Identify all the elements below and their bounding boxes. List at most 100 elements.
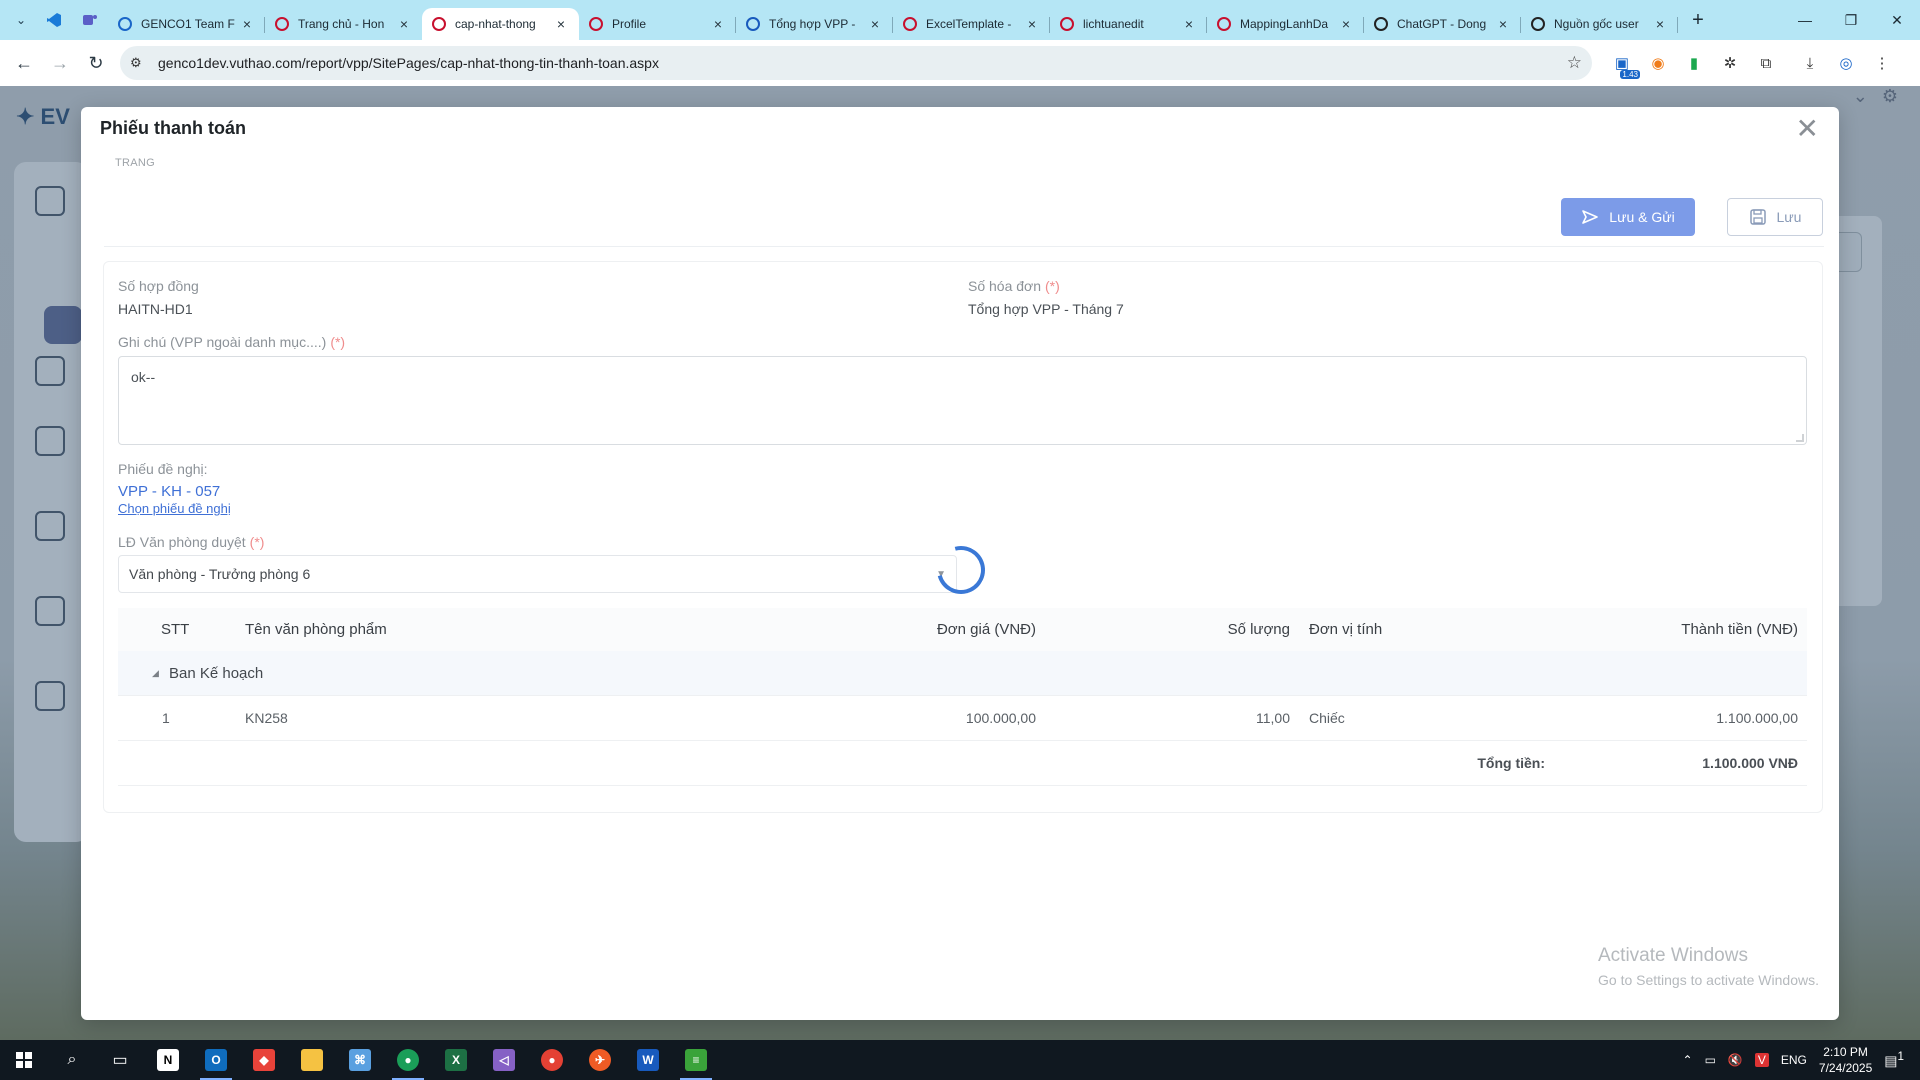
close-icon[interactable]: ✕ [1796,115,1819,143]
downloads-button[interactable]: ⤓ [1792,45,1828,81]
site-info-icon[interactable]: ⚙ [130,55,150,71]
taskbar-anydesk[interactable]: ◆ [240,1040,288,1080]
back-button[interactable]: ← [6,45,42,81]
required-marker: (*) [1045,278,1060,294]
close-tab-icon[interactable]: × [553,16,569,32]
invoice-value: Tổng hợp VPP - Tháng 7 [968,301,1124,317]
contract-value: HAITN-HD1 [118,301,193,317]
extension-green-button[interactable]: ▮ [1676,45,1712,81]
taskbar-excel[interactable]: X [432,1040,480,1080]
taskbar-visual-studio[interactable]: ◁ [480,1040,528,1080]
speaker-muted-icon[interactable]: 🔇 [1728,1053,1743,1067]
save-button[interactable]: Lưu [1727,198,1823,236]
background-right-button [1838,232,1862,272]
notification-icon[interactable]: ▤1 [1884,1050,1904,1070]
kebab-menu-icon: ⋮ [1874,55,1890,72]
extensions-button[interactable]: ⧉ [1748,45,1784,81]
taskbar-notepad[interactable]: ≡ [672,1040,720,1080]
taskbar-word[interactable]: W [624,1040,672,1080]
taskbar-chrome-2[interactable]: ● [528,1040,576,1080]
task-view-button[interactable]: ▭ [96,1040,144,1080]
new-tab-button[interactable]: + [1684,6,1712,34]
taskbar-outlook[interactable]: O [192,1040,240,1080]
start-button[interactable] [0,1040,48,1080]
group-row[interactable]: ◢ Ban Kế hoạch [118,651,1807,696]
approver-select[interactable]: Văn phòng - Trưởng phòng 6 ▼ [118,555,957,593]
restore-button[interactable]: ❐ [1828,0,1874,40]
browser-tab[interactable]: Trang chủ - Hon × [265,8,422,40]
extension-ai-button[interactable]: ✲ [1712,45,1748,81]
browser-tab[interactable]: Tổng hợp VPP - × [736,8,893,40]
extension-badge-button[interactable]: ▣ 1.43 [1604,45,1640,81]
close-tab-icon[interactable]: × [1652,16,1668,32]
browser-tab[interactable]: ChatGPT - Dong × [1364,8,1521,40]
taskbar-explorer[interactable] [288,1040,336,1080]
evn-icon [1217,17,1231,31]
search-button[interactable]: ⌕ [48,1040,96,1080]
clipboard-icon [35,356,65,386]
taskbar-postman[interactable]: ✈ [576,1040,624,1080]
search-icon: ⌕ [67,1051,77,1068]
taskbar-network[interactable]: ⌘ [336,1040,384,1080]
orange-ext-icon: ◉ [1651,55,1665,72]
taskbar-notion[interactable]: N [144,1040,192,1080]
tab-search-button[interactable]: ⌄ [6,6,36,34]
background-sidebar-item [20,186,80,222]
vivaldi-tray-icon[interactable]: V [1754,1053,1769,1067]
forward-button[interactable]: → [42,45,78,81]
close-window-button[interactable]: ✕ [1874,0,1920,40]
windows-logo-icon [16,1052,32,1068]
close-tab-icon[interactable]: × [396,16,412,32]
close-tab-icon[interactable]: × [1024,16,1040,32]
address-bar[interactable]: ⚙ genco1dev.vuthao.com/report/vpp/SitePa… [120,46,1592,80]
browser-tab[interactable]: Profile × [579,8,736,40]
header-price: Đơn giá (VNĐ) [936,621,1036,638]
choose-request-link[interactable]: Chọn phiếu đề nghị [118,501,231,516]
collapse-triangle-icon[interactable]: ◢ [152,651,159,695]
approver-label-text: LĐ Văn phòng duyệt [118,534,246,550]
save-and-send-button[interactable]: Lưu & Gửi [1561,198,1695,236]
chatgpt-icon [1374,17,1388,31]
pinned-tab-2[interactable] [72,4,108,36]
request-value[interactable]: VPP - KH - 057 [118,483,220,500]
close-tab-icon[interactable]: × [1495,16,1511,32]
chevron-down-icon: ⌄ [1852,86,1868,106]
taskbar-chrome[interactable]: ● [384,1040,432,1080]
chrome-menu-button[interactable]: ⋮ [1864,45,1900,81]
minimize-button[interactable]: — [1782,0,1828,40]
language-indicator[interactable]: ENG [1781,1053,1807,1067]
close-tab-icon[interactable]: × [1181,16,1197,32]
group-label: Ban Kế hoạch [169,664,264,682]
extension-orange-button[interactable]: ◉ [1640,45,1676,81]
chrome-icon: ● [397,1049,419,1071]
clock-date: 7/24/2025 [1818,1061,1873,1075]
profile-button[interactable]: ◎ [1828,45,1864,81]
browser-tab[interactable]: Nguồn gốc user × [1521,8,1678,40]
note-label: Ghi chú (VPP ngoài danh mục....) (*) [118,334,345,350]
browser-tab[interactable]: MappingLanhDa × [1207,8,1364,40]
background-right-panel [1838,216,1882,606]
browser-tab[interactable]: GENCO1 Team F × [108,8,265,40]
word-icon: W [637,1049,659,1071]
evn-icon [589,17,603,31]
network-icon[interactable]: ▭ [1705,1053,1716,1067]
pinned-tab-1[interactable] [36,4,72,36]
close-tab-icon[interactable]: × [1338,16,1354,32]
browser-tab[interactable]: cap-nhat-thong × [422,8,579,40]
reload-button[interactable]: ↻ [78,45,114,81]
note-textarea[interactable]: ok-- [118,356,1807,445]
background-sidebar-item [20,356,80,392]
browser-tab[interactable]: lichtuanedit × [1050,8,1207,40]
clock[interactable]: 2:10 PM 7/24/2025 [1819,1044,1872,1076]
browser-tab[interactable]: ExcelTemplate - × [893,8,1050,40]
chevron-up-icon[interactable]: ⌃ [1683,1053,1693,1067]
required-marker: (*) [330,334,346,350]
evn-icon [432,17,446,31]
resize-handle-icon[interactable] [1796,434,1804,442]
gear-icon: ⚙ [1881,86,1898,106]
bookmark-star-icon[interactable]: ☆ [1567,53,1582,73]
close-tab-icon[interactable]: × [710,16,726,32]
close-tab-icon[interactable]: × [867,16,883,32]
avatar-icon: ◎ [1839,55,1853,72]
close-tab-icon[interactable]: × [239,16,255,32]
